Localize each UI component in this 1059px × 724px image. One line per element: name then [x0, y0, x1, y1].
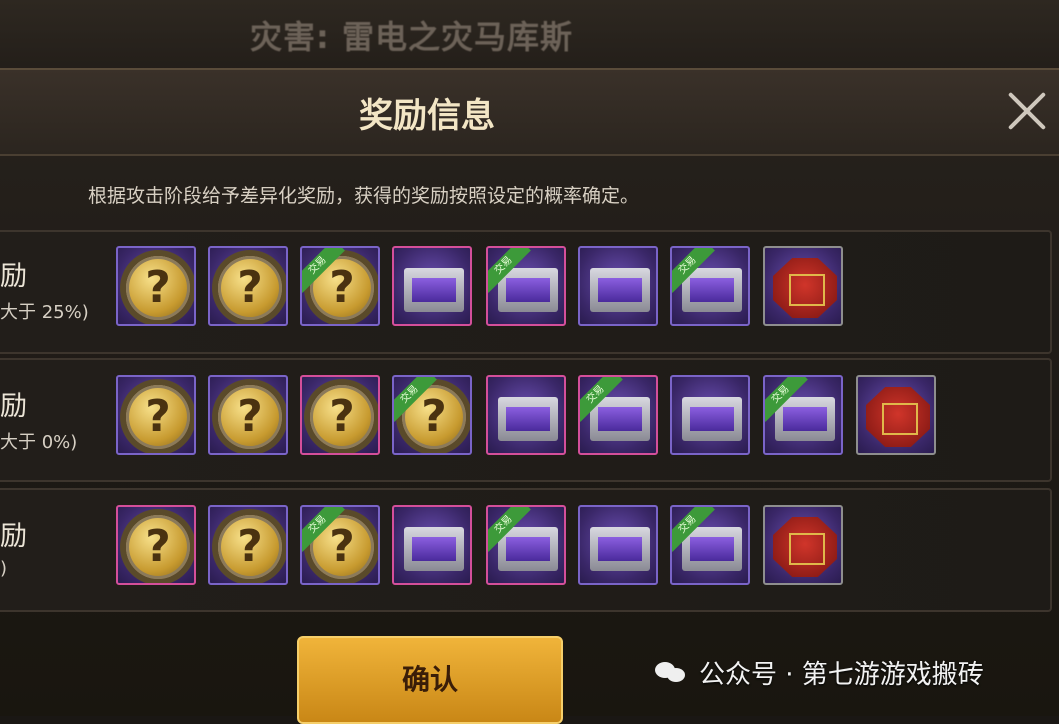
reward-slot[interactable]: ?	[116, 505, 196, 585]
reward-slot[interactable]	[392, 505, 472, 585]
mystery-box-icon	[498, 527, 558, 571]
mystery-coin-icon: ?	[218, 515, 282, 579]
mystery-coin-icon: ?	[126, 515, 190, 579]
mystery-coin-icon: ?	[218, 256, 282, 320]
reward-slot[interactable]: ?	[116, 246, 196, 326]
reward-slot[interactable]: ? 交易	[392, 375, 472, 455]
reward-slot[interactable]: 交易	[486, 505, 566, 585]
row-3-label: 励	[0, 521, 27, 552]
reward-slot[interactable]	[486, 375, 566, 455]
mystery-box-icon	[590, 268, 650, 312]
row-3-sub: )	[0, 558, 8, 579]
mystery-coin-icon: ?	[126, 256, 190, 320]
reward-slot[interactable]	[763, 505, 843, 585]
reward-slot[interactable]: ? 交易	[300, 505, 380, 585]
reward-slot[interactable]: ?	[208, 246, 288, 326]
watermark-text: 公众号 · 第七游游戏搬砖	[699, 660, 984, 690]
watermark: 公众号 · 第七游游戏搬砖	[655, 654, 984, 691]
reward-slot[interactable]: ? 交易	[300, 246, 380, 326]
dialog-description: 根据攻击阶段给予差异化奖励，获得的奖励按照设定的概率确定。	[88, 185, 640, 207]
mystery-box-icon	[775, 397, 835, 441]
mystery-box-icon	[590, 527, 650, 571]
confirm-button[interactable]: 确认	[297, 636, 563, 724]
reward-slot[interactable]: 交易	[763, 375, 843, 455]
mystery-box-icon	[404, 268, 464, 312]
reward-slot[interactable]: ?	[208, 375, 288, 455]
red-chest-icon	[866, 387, 930, 447]
dialog-title: 奖励信息	[359, 96, 495, 136]
reward-slot[interactable]: 交易	[486, 246, 566, 326]
row-1-label: 励	[0, 261, 27, 292]
mystery-box-icon	[498, 397, 558, 441]
mystery-coin-icon: ?	[126, 385, 190, 449]
reward-slot[interactable]: 交易	[578, 375, 658, 455]
mystery-coin-icon: ?	[218, 385, 282, 449]
reward-slot[interactable]: 交易	[670, 505, 750, 585]
mystery-box-icon	[498, 268, 558, 312]
mystery-box-icon	[404, 527, 464, 571]
mystery-box-icon	[682, 527, 742, 571]
close-icon[interactable]	[1004, 88, 1050, 134]
red-chest-icon	[773, 258, 837, 318]
reward-slot[interactable]	[856, 375, 936, 455]
reward-slot[interactable]	[670, 375, 750, 455]
reward-slot[interactable]	[578, 246, 658, 326]
background-boss-title: 灾害: 雷电之灾马库斯	[250, 18, 573, 56]
mystery-box-icon	[590, 397, 650, 441]
wechat-icon	[655, 660, 689, 686]
red-chest-icon	[773, 517, 837, 577]
reward-slot[interactable]	[578, 505, 658, 585]
reward-slot[interactable]: ?	[300, 375, 380, 455]
reward-slot[interactable]: ?	[116, 375, 196, 455]
reward-slot[interactable]	[392, 246, 472, 326]
reward-slot[interactable]: 交易	[670, 246, 750, 326]
reward-slot[interactable]	[763, 246, 843, 326]
mystery-coin-icon: ?	[310, 385, 374, 449]
reward-slot[interactable]: ?	[208, 505, 288, 585]
row-1-sub: 大于 25%)	[0, 302, 89, 323]
row-2-label: 励	[0, 391, 27, 422]
row-2-sub: 大于 0%)	[0, 432, 78, 453]
mystery-box-icon	[682, 397, 742, 441]
mystery-box-icon	[682, 268, 742, 312]
